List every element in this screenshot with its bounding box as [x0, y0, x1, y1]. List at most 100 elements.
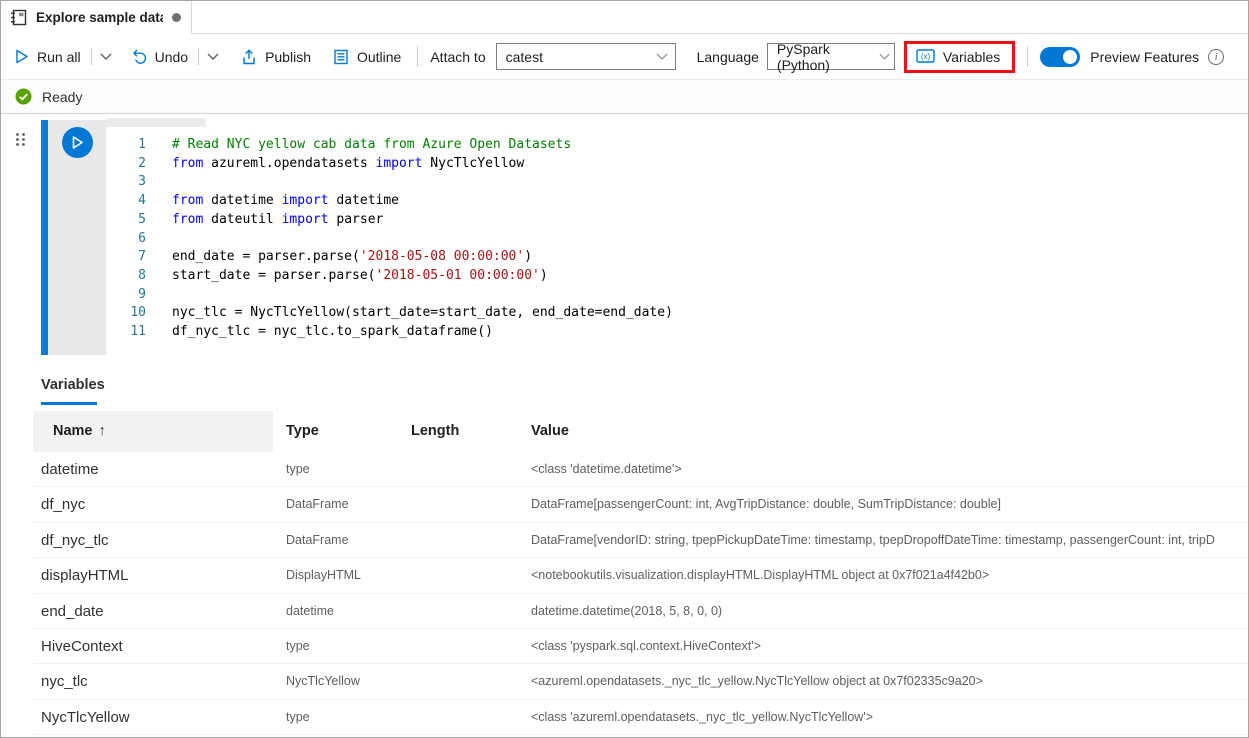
attach-to-label: Attach to [430, 49, 485, 65]
unsaved-changes-icon [172, 13, 181, 22]
run-all-button[interactable]: Run all [15, 49, 81, 65]
status-text: Ready [42, 89, 82, 105]
variable-row[interactable]: df_nyc_tlcDataFrameDataFrame[vendorID: s… [33, 523, 1248, 558]
variables-table-header: Name↑ Type Length Value [33, 411, 1248, 452]
line-number: 10 [106, 304, 146, 323]
variable-row[interactable]: NycTlcYellowtype <class 'azureml.opendata… [33, 700, 1248, 735]
line-number: 4 [106, 192, 146, 211]
variable-row[interactable]: nyc_tlcNycTlcYellow<azureml.opendatasets… [33, 664, 1248, 699]
code-line: 10 nyc_tlc = NycTlcYellow(start_date=star… [106, 304, 1248, 323]
outline-icon [333, 49, 349, 65]
variable-row[interactable]: end_datedatetimedatetime.datetime(2018, … [33, 594, 1248, 629]
outline-button[interactable]: Outline [333, 49, 401, 65]
variable-value: DataFrame[vendorID: string, tpepPickupDa… [518, 523, 1248, 557]
divider [417, 46, 418, 67]
toggle-knob [1063, 50, 1077, 64]
divider [198, 48, 199, 65]
code-text: start_date = parser.parse('2018-05-01 00… [172, 267, 548, 286]
variable-type: datetime [273, 594, 398, 628]
code-text: from azureml.opendatasets import NycTlcY… [172, 155, 524, 174]
run-cell-button[interactable] [62, 127, 93, 158]
variables-panel-tab[interactable]: Variables [41, 377, 105, 393]
notebook-window: Explore sample data ... Run all [0, 0, 1249, 738]
line-number: 11 [106, 323, 146, 342]
variable-value: <class 'datetime.datetime'> [518, 452, 1248, 486]
cell-gutter [48, 120, 106, 355]
variable-value: <class 'pyspark.sql.context.HiveContext'… [518, 629, 1248, 663]
info-icon[interactable]: i [1208, 49, 1224, 65]
line-number: 6 [106, 230, 146, 249]
divider [91, 48, 92, 65]
variable-name: HiveContext [33, 629, 273, 663]
column-header-value[interactable]: Value [518, 411, 1248, 452]
column-header-length[interactable]: Length [398, 411, 518, 452]
attach-to-select[interactable]: catest [496, 43, 676, 70]
code-line: 6 [106, 230, 1248, 249]
variable-value: <class 'azureml.opendatasets._nyc_tlc_ye… [518, 700, 1248, 734]
variable-row[interactable]: displayHTMLDisplayHTML <notebookutils.vis… [33, 558, 1248, 593]
annotation-highlight-box: (x) Variables [904, 41, 1015, 73]
column-header-name[interactable]: Name↑ [33, 411, 273, 452]
svg-text:(x): (x) [921, 52, 931, 61]
run-options-chevron-button[interactable] [100, 53, 112, 61]
variable-length [398, 664, 518, 698]
preview-features-toggle[interactable] [1040, 47, 1080, 67]
variables-button[interactable]: (x) Variables [916, 49, 1000, 65]
variable-name: displayHTML [33, 558, 273, 592]
variable-name: datetime [33, 452, 273, 486]
variable-name: df_nyc_tlc [33, 523, 273, 557]
code-text [172, 173, 180, 192]
variable-type: NycTlcYellow [273, 664, 398, 698]
variable-length [398, 700, 518, 734]
variable-type: DisplayHTML [273, 558, 398, 592]
code-line: 2from azureml.opendatasets import NycTlc… [106, 155, 1248, 174]
kernel-status-bar: Ready [1, 79, 1248, 114]
line-number: 9 [106, 286, 146, 305]
language-label: Language [697, 49, 759, 65]
chevron-down-icon [656, 53, 668, 61]
code-lines: 1# Read NYC yellow cab data from Azure O… [106, 136, 1248, 342]
language-select[interactable]: PySpark (Python) [767, 43, 895, 70]
variable-type: type [273, 452, 398, 486]
code-text: nyc_tlc = NycTlcYellow(start_date=start_… [172, 304, 673, 323]
variable-type: DataFrame [273, 487, 398, 521]
tab-notebook[interactable]: Explore sample data ... [1, 1, 192, 34]
code-line: 4 from datetime import datetime [106, 192, 1248, 211]
sort-ascending-icon: ↑ [99, 423, 106, 439]
line-number: 7 [106, 248, 146, 267]
variable-length [398, 629, 518, 663]
line-number: 3 [106, 173, 146, 192]
divider [1027, 46, 1028, 67]
code-editor[interactable]: 1# Read NYC yellow cab data from Azure O… [106, 120, 1248, 355]
variables-table: Name↑ Type Length Value datetimetype<cla… [33, 411, 1248, 735]
variables-panel: Variables Name↑ Type Length Value dateti… [1, 361, 1248, 737]
variable-length [398, 594, 518, 628]
notebook-icon [10, 9, 27, 26]
active-tab-underline [41, 402, 97, 405]
code-line: 11df_nyc_tlc = nyc_tlc.to_spark_datafram… [106, 323, 1248, 342]
cell-drag-handle-icon[interactable] [15, 132, 26, 147]
variable-value: <notebookutils.visualization.displayHTML… [518, 558, 1248, 592]
variable-row[interactable]: datetimetype <class 'datetime.datetime'> [33, 452, 1248, 487]
line-number: 8 [106, 267, 146, 286]
play-icon [71, 135, 84, 150]
ready-check-icon [15, 88, 32, 105]
variable-name: end_date [33, 594, 273, 628]
code-line: 5from dateutil import parser [106, 211, 1248, 230]
column-header-type[interactable]: Type [273, 411, 398, 452]
publish-button[interactable]: Publish [241, 49, 311, 65]
cell-toolbar-notch [106, 118, 206, 127]
code-line: 9 [106, 286, 1248, 305]
chevron-down-icon [207, 53, 219, 61]
variable-length [398, 523, 518, 557]
variable-row[interactable]: HiveContexttype<class 'pyspark.sql.conte… [33, 629, 1248, 664]
notebook-toolbar: Run all Undo [1, 34, 1248, 79]
code-text: from datetime import datetime [172, 192, 399, 211]
variable-type: type [273, 700, 398, 734]
variable-row[interactable]: df_nycDataFrameDataFrame[passengerCount:… [33, 487, 1248, 522]
undo-options-chevron-button[interactable] [207, 53, 219, 61]
code-line: 8 start_date = parser.parse('2018-05-01 0… [106, 267, 1248, 286]
variable-name: NycTlcYellow [33, 700, 273, 734]
preview-features-label: Preview Features [1090, 49, 1199, 65]
undo-button[interactable]: Undo [132, 49, 188, 65]
